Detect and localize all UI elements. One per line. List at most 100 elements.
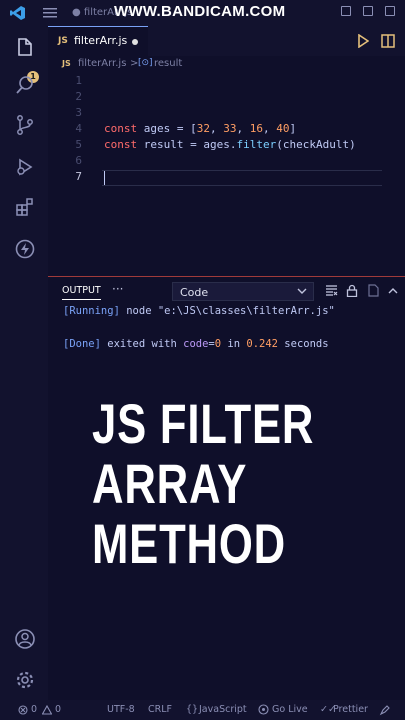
caption-line: METHOD: [92, 512, 286, 575]
code-line: 6: [48, 154, 405, 170]
code-line: 3: [48, 106, 405, 122]
output-code-keyword: code: [183, 338, 209, 350]
code-token: result = ages.: [137, 138, 237, 151]
encoding[interactable]: UTF-8: [107, 704, 135, 715]
line-number: 7: [75, 170, 82, 183]
number-literal: 40: [276, 122, 290, 135]
video-caption-overlay: JS FILTER ARRAY METHOD: [92, 394, 314, 574]
function-name: filter: [236, 138, 277, 151]
clear-output-icon[interactable]: [325, 284, 338, 297]
output-command: node "e:\JS\classes\filterArr.js": [119, 305, 335, 317]
go-live-button[interactable]: Go Live: [272, 704, 308, 715]
caption-line: ARRAY: [92, 452, 248, 515]
output-text: in: [221, 338, 247, 350]
panel-header: OUTPUT ··· Code: [48, 277, 405, 305]
layout-panel-icon[interactable]: [363, 6, 373, 16]
tab-output[interactable]: OUTPUT: [62, 285, 101, 300]
run-code-icon[interactable]: [357, 34, 369, 48]
code-line: 2: [48, 90, 405, 106]
breadcrumb-symbol[interactable]: result: [154, 58, 182, 69]
output-text: exited with: [100, 338, 184, 350]
panel-actions: [325, 284, 399, 297]
thunder-client-icon[interactable]: [14, 238, 36, 260]
breadcrumb-file[interactable]: filterArr.js: [78, 58, 126, 69]
code-editor[interactable]: 1 2 3 4 const ages = [32, 33, 16, 40] 5 …: [48, 74, 405, 274]
code-token: ,: [262, 122, 277, 135]
code-token: ,: [236, 122, 250, 135]
line-number: 2: [75, 90, 82, 103]
settings-gear-icon[interactable]: [14, 669, 36, 691]
open-in-editor-icon[interactable]: [366, 284, 379, 297]
chevron-down-icon: [297, 288, 307, 294]
output-channel-select[interactable]: Code: [172, 282, 314, 301]
bandicam-watermark: WWW.BANDICAM.COM: [114, 3, 286, 20]
menu-hamburger-icon[interactable]: [43, 8, 57, 18]
status-done: [Done]: [63, 338, 101, 350]
line-number: 6: [75, 154, 82, 167]
line-number: 3: [75, 106, 82, 119]
account-icon[interactable]: [14, 628, 36, 650]
error-count[interactable]: 0: [31, 704, 37, 715]
code-token: ]: [289, 122, 297, 135]
code-line: 5 const result = ages.filter(checkAdult): [48, 138, 405, 154]
status-running: [Running]: [63, 305, 120, 317]
vscode-logo-icon: [10, 6, 25, 20]
output-text: seconds: [277, 338, 329, 350]
line-number: 5: [75, 138, 82, 151]
feedback-icon[interactable]: [379, 704, 391, 716]
keyword-const: const: [104, 122, 138, 135]
code-line: 4 const ages = [32, 33, 16, 40]: [48, 122, 405, 138]
lock-icon[interactable]: [346, 284, 358, 297]
activity-bar: 1: [0, 26, 48, 700]
code-token: ,: [209, 122, 224, 135]
go-live-icon[interactable]: [258, 704, 269, 715]
keyword-const: const: [104, 138, 138, 151]
tab-filterarr-js[interactable]: JS filterArr.js: [48, 26, 148, 56]
line-number: 4: [75, 122, 82, 135]
caption-line: JS FILTER: [92, 392, 315, 455]
error-icon[interactable]: [18, 705, 28, 715]
js-file-icon: JS: [58, 36, 68, 46]
window-layout-buttons: [341, 6, 395, 16]
number-literal: 32: [196, 122, 210, 135]
maximize-panel-icon[interactable]: [387, 284, 399, 297]
editor-tab-bar: JS filterArr.js: [48, 26, 405, 56]
warning-icon[interactable]: [42, 705, 52, 715]
layout-split-icon[interactable]: [385, 6, 395, 16]
breadcrumb-js-icon: JS: [62, 59, 71, 68]
tab-label: filterArr.js: [74, 34, 128, 47]
output-line-running: [Running] node "e:\JS\classes\filterArr.…: [63, 305, 335, 317]
variable-symbol-icon: [⊙]: [138, 58, 153, 68]
number-literal: 33: [223, 122, 237, 135]
more-actions-icon[interactable]: ···: [112, 282, 123, 296]
title-bar: ● filterArr.js WWW.BANDICAM.COM: [0, 0, 405, 26]
search-icon[interactable]: [14, 74, 36, 96]
unsaved-dot-icon[interactable]: [132, 39, 138, 45]
code-token: ages = [: [137, 122, 197, 135]
layout-sidebar-icon[interactable]: [341, 6, 351, 16]
code-text-result: const result = ages.filter(checkAdult): [104, 138, 356, 151]
output-channel-value: Code: [180, 286, 209, 299]
number-literal: 16: [249, 122, 263, 135]
split-editor-icon[interactable]: [381, 34, 395, 48]
end-of-line[interactable]: CRLF: [148, 704, 172, 715]
source-control-icon[interactable]: [14, 114, 36, 136]
code-token: (checkAdult): [276, 138, 356, 151]
braces-icon: {}: [186, 704, 199, 715]
breadcrumb: JS filterArr.js > [⊙] result: [48, 56, 405, 74]
line-number: 1: [75, 74, 82, 87]
warning-count[interactable]: 0: [55, 704, 61, 715]
run-debug-icon[interactable]: [14, 156, 36, 178]
elapsed-time: 0.242: [246, 338, 278, 350]
text-cursor: [104, 171, 105, 185]
current-line-highlight: [102, 170, 382, 186]
files-icon[interactable]: [14, 36, 36, 58]
editor-actions: [357, 34, 395, 48]
prettier-button[interactable]: Prettier: [333, 704, 368, 715]
language-mode[interactable]: JavaScript: [199, 704, 247, 715]
status-bar: 0 0 UTF-8 CRLF {} JavaScript Go Live ✓✓ …: [0, 700, 405, 720]
output-line-done: [Done] exited with code=0 in 0.242 secon…: [63, 338, 329, 350]
extensions-icon[interactable]: [14, 196, 36, 218]
code-text-ages: const ages = [32, 33, 16, 40]: [104, 122, 296, 135]
code-line: 1: [48, 74, 405, 90]
